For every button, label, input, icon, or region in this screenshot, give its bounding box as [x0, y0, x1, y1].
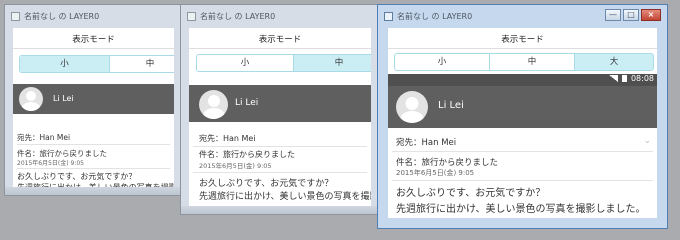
window-bottom-frame: [5, 187, 182, 195]
profile-header: Li Lei: [189, 85, 371, 122]
app-icon: [187, 11, 196, 21]
mode-medium-tab[interactable]: 中: [294, 55, 371, 71]
message-body-line-1: お久しぶりです、お元気ですか？: [17, 172, 137, 181]
window-small[interactable]: 名前なし の LAYER0 表示モード 小 中 Li Lei 宛先：Han Me…: [4, 4, 183, 196]
display-mode-title: 表示モード: [13, 28, 174, 49]
subject-value: 旅行から戻りました: [421, 158, 499, 168]
divider: [392, 180, 653, 181]
minimize-button[interactable]: —: [605, 9, 621, 21]
window-title: 名前なし の LAYER0: [397, 11, 473, 21]
recipient-value: Han Mei: [421, 138, 457, 148]
divider: [17, 144, 170, 145]
window-large[interactable]: 名前なし の LAYER0 — □ × 表示モード 小 中 大 08:08 Li…: [377, 4, 668, 229]
client-area: 表示モード 小 中 大 08:08 Li Lei 宛先：Han Mei ⌄ 件名…: [388, 28, 657, 218]
chevron-down-icon: ⌄: [643, 136, 651, 146]
display-mode-title: 表示モード: [189, 28, 371, 49]
recipient-value: Han Mei: [223, 134, 256, 143]
window-title: 名前なし の LAYER0: [24, 11, 100, 21]
message-date: 2015年6月5日(金) 9:05: [17, 160, 84, 167]
subject-row: 件名：旅行から戻りました: [199, 149, 295, 160]
mode-large-tab[interactable]: 大: [575, 54, 653, 70]
window-medium[interactable]: 名前なし の LAYER0 表示モード 小 中 Li Lei 宛先：Han Me…: [180, 4, 380, 215]
signal-icon: [608, 75, 618, 82]
status-bar: 08:08: [388, 74, 657, 86]
profile-header: Li Lei: [13, 84, 174, 114]
mode-small-tab[interactable]: 小: [395, 54, 490, 70]
recipient-row: 宛先：Han Mei: [396, 136, 456, 148]
app-icon: [384, 11, 393, 21]
subject-label: 件名：: [199, 150, 223, 159]
mode-small-tab[interactable]: 小: [197, 55, 294, 71]
sender-name: Li Lei: [438, 100, 464, 111]
recipient-label: 宛先：: [396, 138, 422, 148]
sender-name: Li Lei: [235, 98, 259, 108]
window-title: 名前なし の LAYER0: [200, 11, 276, 21]
recipient-label: 宛先：: [17, 133, 40, 142]
message-date: 2015年6月5日(金) 9:05: [199, 162, 272, 170]
recipient-label: 宛先：: [199, 134, 223, 143]
recipient-row: 宛先：Han Mei: [17, 132, 70, 143]
mode-medium-tab[interactable]: 中: [490, 54, 575, 70]
client-area: 表示モード 小 中 Li Lei 宛先：Han Mei 件名：旅行から戻りました…: [13, 28, 174, 187]
message-body-line-1: お久しぶりです、お元気ですか？: [199, 179, 334, 189]
mode-small-tab[interactable]: 小: [20, 56, 110, 72]
window-bottom-frame: [181, 206, 379, 214]
title-bar[interactable]: 名前なし の LAYER0: [181, 5, 379, 27]
message-body-line-2: 先週旅行に出かけ、美しい景色の写真を撮影しました。: [396, 204, 646, 215]
close-button[interactable]: ×: [641, 9, 661, 21]
battery-icon: [621, 75, 627, 82]
divider: [392, 151, 653, 152]
subject-label: 件名：: [17, 149, 40, 158]
subject-value: 旅行から戻りました: [39, 149, 108, 158]
display-mode-segmented-control: 小 中: [19, 55, 174, 73]
divider: [193, 172, 367, 173]
message-body-line-2: 先週旅行に出かけ、美しい景色の写真を撮影しました。: [199, 192, 371, 202]
status-time: 08:08: [630, 74, 654, 83]
subject-label: 件名：: [396, 158, 422, 168]
avatar-icon: [396, 91, 428, 123]
display-mode-segmented-control: 小 中: [196, 54, 371, 72]
display-mode-title: 表示モード: [388, 28, 657, 49]
divider: [193, 146, 367, 147]
window-controls: — □ ×: [605, 9, 661, 21]
sender-name: Li Lei: [53, 94, 74, 103]
title-bar[interactable]: 名前なし の LAYER0: [5, 5, 182, 27]
message-date: 2015年6月5日(金) 9:05: [396, 169, 475, 177]
recipient-row: 宛先：Han Mei: [199, 133, 256, 144]
maximize-button[interactable]: □: [623, 9, 639, 21]
divider: [17, 168, 170, 169]
avatar-icon: [199, 90, 228, 119]
app-icon: [11, 11, 20, 21]
message-body-line-1: お久しぶりです、お元気ですか？: [396, 188, 546, 199]
mode-medium-tab[interactable]: 中: [110, 56, 174, 72]
avatar-icon: [19, 87, 43, 111]
display-mode-segmented-control: 小 中 大: [394, 53, 654, 71]
client-area: 表示モード 小 中 Li Lei 宛先：Han Mei 件名：旅行から戻りました…: [189, 28, 371, 206]
profile-header: Li Lei: [388, 86, 657, 128]
recipient-value: Han Mei: [39, 133, 71, 142]
subject-row: 件名：旅行から戻りました: [396, 156, 498, 168]
subject-value: 旅行から戻りました: [223, 150, 295, 159]
